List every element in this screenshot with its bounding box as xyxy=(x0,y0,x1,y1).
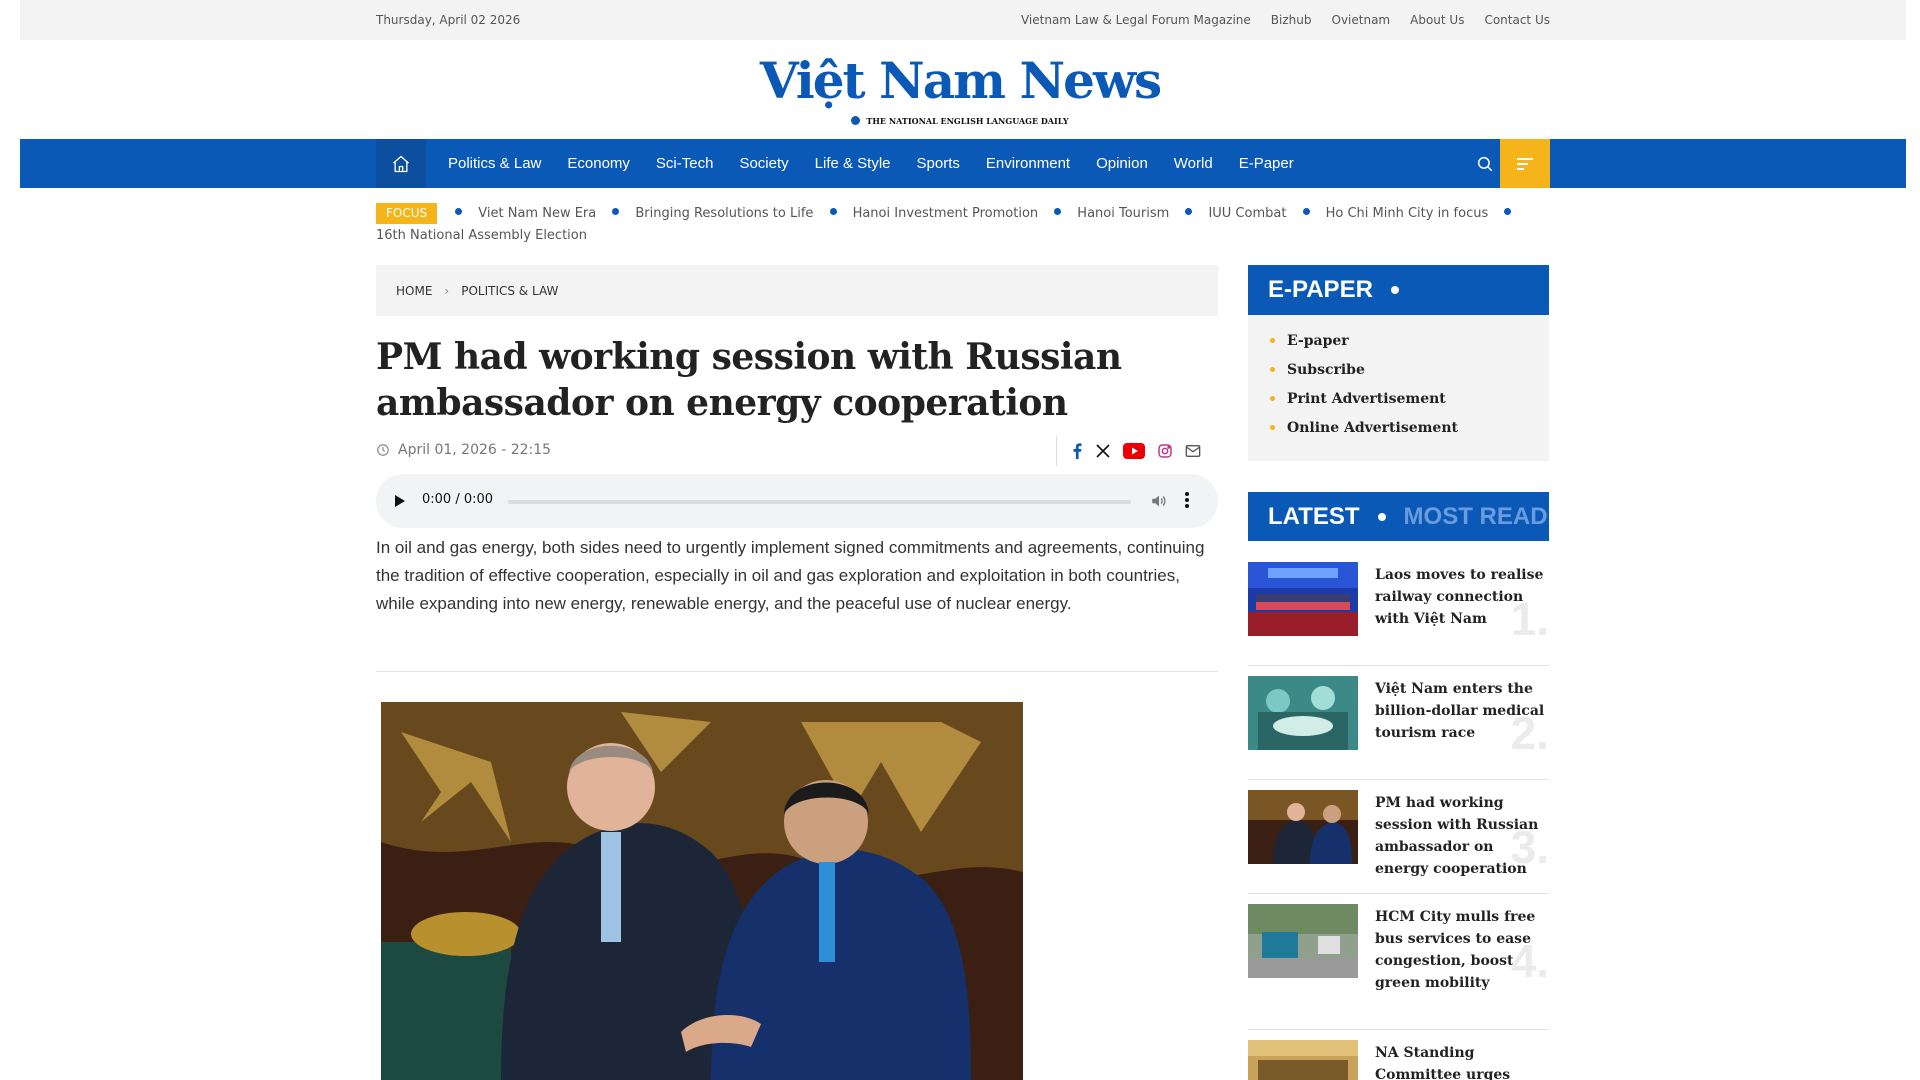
header-dot-icon xyxy=(1377,512,1386,521)
menu-button[interactable] xyxy=(1500,139,1550,188)
logo-tagline: THE NATIONAL ENGLISH LANGUAGE DAILY xyxy=(851,115,1069,126)
focus-item[interactable]: Hanoi Tourism xyxy=(1077,203,1169,225)
audio-more-button[interactable] xyxy=(1184,491,1190,513)
epaper-link-print-ad[interactable]: Print Advertisement xyxy=(1270,384,1549,413)
breadcrumb-home[interactable]: HOME xyxy=(396,284,432,298)
latest-thumbnail xyxy=(1248,904,1358,978)
play-button[interactable] xyxy=(394,493,406,512)
tab-latest[interactable]: LATEST xyxy=(1268,503,1360,531)
youtube-icon[interactable] xyxy=(1123,443,1145,459)
article-photo xyxy=(381,702,1023,1080)
bullet-dot-icon xyxy=(829,208,837,215)
nav-item-economy[interactable]: Economy xyxy=(567,155,630,172)
nav-item-environment[interactable]: Environment xyxy=(986,155,1070,172)
latest-item[interactable]: Laos moves to realise railway connection… xyxy=(1248,562,1549,666)
latest-rank: 5. xyxy=(1511,1070,1549,1080)
facebook-icon[interactable] xyxy=(1071,443,1083,459)
focus-badge: FOCUS xyxy=(376,203,438,224)
mail-icon[interactable] xyxy=(1185,444,1201,458)
latest-thumbnail xyxy=(1248,562,1358,636)
latest-item[interactable]: PM had working session with Russian amba… xyxy=(1248,790,1549,894)
logo-tagline-text: THE NATIONAL ENGLISH LANGUAGE DAILY xyxy=(866,115,1069,126)
play-icon xyxy=(395,495,405,507)
latest-thumbnail xyxy=(1248,676,1358,750)
focus-item[interactable]: Bringing Resolutions to Life xyxy=(635,203,813,225)
epaper-link-epaper[interactable]: E-paper xyxy=(1270,326,1549,355)
volume-button[interactable] xyxy=(1150,492,1168,514)
nav-item-world[interactable]: World xyxy=(1174,155,1213,172)
bullet-dot-icon xyxy=(1185,208,1193,215)
x-icon[interactable] xyxy=(1095,443,1111,459)
divider xyxy=(376,671,1218,672)
nav-item-opinion[interactable]: Opinion xyxy=(1096,155,1148,172)
bullet-dot-icon xyxy=(1504,208,1512,215)
bullet-dot-icon xyxy=(612,208,620,215)
epaper-title: E-PAPER xyxy=(1268,276,1373,303)
nav-item-politics-law[interactable]: Politics & Law xyxy=(448,155,541,172)
bullet-dot-icon xyxy=(1302,208,1310,215)
focus-item[interactable]: IUU Combat xyxy=(1208,203,1286,225)
breadcrumb-section[interactable]: POLITICS & LAW xyxy=(461,284,558,298)
main-nav: Politics & Law Economy Sci-Tech Society … xyxy=(20,139,1906,188)
nav-items: Politics & Law Economy Sci-Tech Society … xyxy=(448,139,1294,188)
article-meta: April 01, 2026 - 22:15 xyxy=(376,442,551,458)
logo-name: Việt Nam News xyxy=(759,51,1162,110)
breadcrumb: HOME › POLITICS & LAW xyxy=(376,265,1218,316)
search-icon xyxy=(1477,156,1493,171)
instagram-icon[interactable] xyxy=(1157,443,1173,459)
bullet-dot-icon xyxy=(455,208,463,215)
audio-progress-slider[interactable] xyxy=(508,500,1131,504)
more-vertical-icon xyxy=(1185,492,1189,508)
site-logo[interactable]: Việt Nam News THE NATIONAL ENGLISH LANGU… xyxy=(0,52,1920,129)
focus-bar: FOCUS Viet Nam New Era Bringing Resoluti… xyxy=(376,203,1551,247)
article-lead: In oil and gas energy, both sides need t… xyxy=(376,538,1205,613)
top-links: Vietnam Law & Legal Forum Magazine Bizhu… xyxy=(1021,13,1550,27)
latest-item[interactable]: Việt Nam enters the billion-dollar medic… xyxy=(1248,676,1549,780)
tab-most-read[interactable]: MOST READ xyxy=(1404,503,1548,531)
nav-home-button[interactable] xyxy=(376,139,426,188)
bullet-dot-icon xyxy=(1054,208,1062,215)
audio-player: 0:00 / 0:00 xyxy=(376,474,1218,528)
share-bar xyxy=(1056,436,1201,466)
latest-thumbnail xyxy=(1248,790,1358,864)
epaper-link-online-ad[interactable]: Online Advertisement xyxy=(1270,413,1549,442)
top-bar: Thursday, April 02 2026 Vietnam Law & Le… xyxy=(20,0,1906,40)
top-link-about-us[interactable]: About Us xyxy=(1410,13,1464,27)
latest-header: LATEST MOST READ xyxy=(1248,492,1549,541)
nav-item-sci-tech[interactable]: Sci-Tech xyxy=(656,155,714,172)
epaper-header: E-PAPER xyxy=(1248,265,1549,315)
article-datetime: April 01, 2026 - 22:15 xyxy=(398,442,552,458)
focus-item[interactable]: Ho Chi Minh City in focus xyxy=(1326,203,1489,225)
top-link-ovietnam[interactable]: Ovietnam xyxy=(1332,13,1391,27)
focus-item[interactable]: 16th National Assembly Election xyxy=(376,225,587,247)
chevron-right-icon: › xyxy=(444,283,450,298)
clock-icon xyxy=(377,444,389,456)
latest-rank: 1. xyxy=(1510,593,1549,645)
nav-item-e-paper[interactable]: E-Paper xyxy=(1239,155,1294,172)
nav-item-life-style[interactable]: Life & Style xyxy=(815,155,891,172)
logo-dot-icon xyxy=(851,116,861,125)
current-date: Thursday, April 02 2026 xyxy=(376,13,521,27)
top-link-contact-us[interactable]: Contact Us xyxy=(1484,13,1550,27)
nav-item-society[interactable]: Society xyxy=(739,155,788,172)
top-link-vietnam-law[interactable]: Vietnam Law & Legal Forum Magazine xyxy=(1021,13,1251,27)
latest-rank: 4. xyxy=(1510,935,1549,987)
top-link-bizhub[interactable]: Bizhub xyxy=(1271,13,1312,27)
header-dot-icon xyxy=(1390,286,1399,294)
latest-rank: 3. xyxy=(1510,821,1549,873)
focus-item[interactable]: Viet Nam New Era xyxy=(478,203,596,225)
home-icon xyxy=(393,155,409,172)
volume-icon xyxy=(1152,495,1166,507)
latest-thumbnail xyxy=(1248,1040,1358,1080)
latest-item[interactable]: HCM City mulls free bus services to ease… xyxy=(1248,904,1549,1030)
latest-rank: 2. xyxy=(1510,707,1549,759)
latest-item[interactable]: NA Standing Committee urges updated macr… xyxy=(1248,1040,1549,1080)
epaper-link-subscribe[interactable]: Subscribe xyxy=(1270,355,1549,384)
focus-item[interactable]: Hanoi Investment Promotion xyxy=(853,203,1039,225)
nav-item-sports[interactable]: Sports xyxy=(917,155,960,172)
article-title: PM had working session with Russian amba… xyxy=(376,336,1122,424)
menu-icon xyxy=(1517,157,1533,170)
audio-time: 0:00 / 0:00 xyxy=(422,492,494,507)
epaper-list: E-paper Subscribe Print Advertisement On… xyxy=(1248,315,1549,461)
